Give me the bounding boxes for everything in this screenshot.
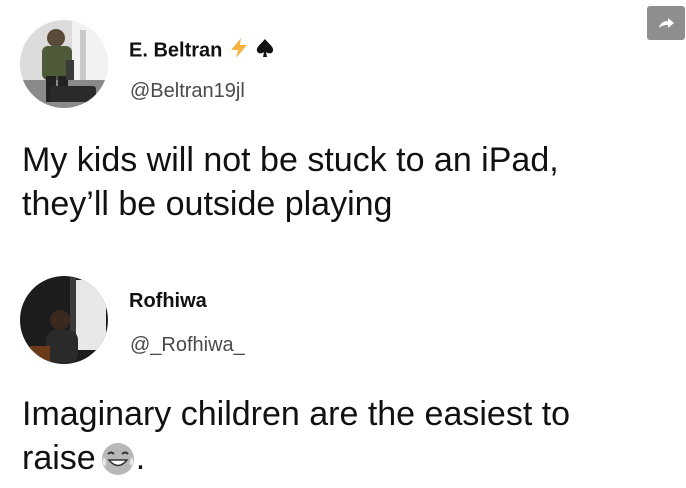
tweet-text-word: raise — [22, 439, 96, 477]
tweet-text-line: My kids will not be stuck to an iPad, — [22, 141, 559, 179]
tweet-text-line: Imaginary children are the easiest to — [22, 395, 571, 433]
tweet-text: My kids will not be stuck to an iPad, th… — [22, 138, 666, 226]
display-name[interactable]: Rofhiwa — [129, 290, 207, 313]
user-handle[interactable]: @Beltran19jl — [130, 80, 245, 103]
tweet-text-line-last: raise . — [22, 436, 666, 488]
avatar[interactable] — [20, 20, 108, 108]
user-handle[interactable]: @_Rofhiwa_ — [130, 334, 245, 357]
avatar[interactable] — [20, 276, 108, 364]
tears-of-joy-emoji-icon — [100, 441, 136, 488]
spade-icon — [255, 38, 275, 64]
tweet-text: Imaginary children are the easiest to ra… — [22, 392, 666, 488]
display-name-text: E. Beltran — [129, 39, 223, 62]
tweet-original: E. Beltran @Beltran19jl My kids will not… — [0, 0, 686, 240]
lightning-icon — [228, 37, 250, 65]
display-name[interactable]: E. Beltran — [129, 37, 275, 65]
tweet-text-punct: . — [135, 439, 146, 477]
tweet-reply: Rofhiwa @_Rofhiwa_ Imaginary children ar… — [0, 240, 686, 483]
tweet-text-line: they’ll be outside playing — [22, 185, 393, 223]
